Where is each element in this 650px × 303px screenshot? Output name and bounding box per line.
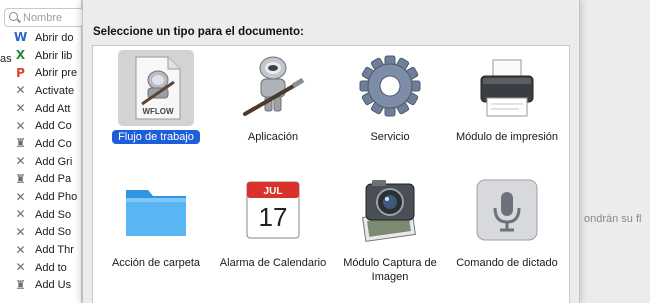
automator-tools-icon: ✕ bbox=[15, 242, 26, 257]
automator-tools-icon: ✕ bbox=[15, 118, 26, 133]
list-item[interactable]: ✕ Add Co bbox=[14, 117, 82, 135]
calendar-month: JUL bbox=[264, 186, 283, 197]
excel-icon: X bbox=[15, 48, 26, 63]
list-item[interactable]: ✕ Activate bbox=[14, 82, 82, 100]
type-label: Comando de dictado bbox=[456, 257, 558, 269]
automator-robot-icon: ♜ bbox=[15, 277, 26, 292]
automator-tools-icon: ✕ bbox=[15, 224, 26, 239]
list-item[interactable]: W Abrir do bbox=[14, 29, 82, 47]
automator-tools-icon: ✕ bbox=[15, 260, 26, 275]
list-item[interactable]: ♜ Add Pa bbox=[14, 171, 82, 189]
workflow-placeholder-text: ondrán su fl bbox=[584, 213, 642, 225]
list-item[interactable]: X Abrir lib bbox=[14, 47, 82, 65]
automator-tools-icon: ✕ bbox=[15, 154, 26, 169]
automator-robot-icon: ♜ bbox=[15, 136, 26, 151]
list-item[interactable]: ✕ Add Att bbox=[14, 100, 82, 118]
list-item[interactable]: ✕ Add So bbox=[14, 206, 82, 224]
search-input[interactable] bbox=[23, 10, 81, 25]
document-type-grid: WFLOW Flujo de trabajo Aplicación Servic… bbox=[92, 45, 570, 303]
list-item[interactable]: ♜ Add Co bbox=[14, 135, 82, 153]
list-item[interactable]: ✕ Add Thr bbox=[14, 241, 82, 259]
calendar-icon: JUL 17 bbox=[246, 181, 300, 239]
list-item[interactable]: ♜ Add Us bbox=[14, 277, 82, 295]
powerpoint-icon: P bbox=[16, 65, 25, 80]
type-label: Flujo de trabajo bbox=[112, 130, 200, 144]
action-list: W Abrir do X Abrir lib P Abrir pre ✕ Activat… bbox=[14, 29, 82, 294]
list-item[interactable]: ✕ Add Pho bbox=[14, 188, 82, 206]
word-icon: W bbox=[14, 30, 28, 45]
list-item[interactable]: ✕ Add to bbox=[14, 259, 82, 277]
category-label-fragment[interactable]: as bbox=[0, 53, 12, 65]
type-label: Alarma de Calendario bbox=[219, 257, 327, 269]
printer-icon bbox=[480, 59, 534, 117]
workflow-document-icon: WFLOW bbox=[135, 56, 181, 120]
calendar-day: 17 bbox=[259, 202, 288, 232]
list-item[interactable]: ✕ Add Gri bbox=[14, 153, 82, 171]
search-field[interactable] bbox=[4, 8, 84, 27]
automator-robot-icon: ♜ bbox=[15, 171, 26, 186]
list-item[interactable]: ✕ Add So bbox=[14, 224, 82, 242]
microphone-icon bbox=[476, 179, 538, 241]
gear-icon bbox=[359, 55, 421, 117]
image-capture-icon bbox=[362, 180, 416, 242]
sheet-title: Seleccione un tipo para el documento: bbox=[93, 26, 304, 38]
document-type-sheet: Seleccione un tipo para el documento: WF… bbox=[82, 0, 580, 303]
folder-icon bbox=[126, 190, 186, 236]
type-label: Aplicación bbox=[247, 131, 299, 143]
type-label: Servicio bbox=[370, 131, 410, 143]
list-item[interactable]: P Abrir pre bbox=[14, 64, 82, 82]
search-icon bbox=[9, 12, 18, 21]
type-label: Acción de carpeta bbox=[111, 257, 201, 269]
type-label: Módulo Captura de Imagen bbox=[343, 257, 437, 283]
automator-tools-icon: ✕ bbox=[15, 83, 26, 98]
library-panel: as WAbrir do XAbrir lib PAbrir pre ✕Acti… bbox=[0, 0, 84, 303]
type-label: Módulo de impresión bbox=[455, 131, 559, 143]
automator-tools-icon: ✕ bbox=[15, 101, 26, 116]
automator-robot-icon bbox=[243, 56, 305, 116]
automator-tools-icon: ✕ bbox=[15, 207, 26, 222]
automator-tools-icon: ✕ bbox=[15, 189, 26, 204]
file-extension-label: WFLOW bbox=[142, 107, 174, 116]
